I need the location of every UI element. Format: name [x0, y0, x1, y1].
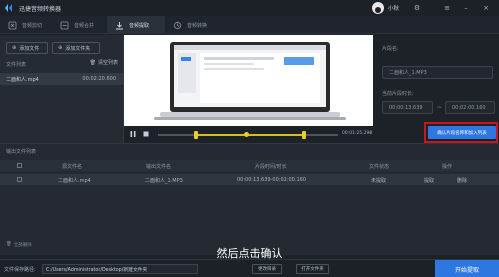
start-time-field[interactable]: 00:00:13.639: [382, 101, 433, 114]
table-row[interactable]: 二面和人.mp4 二面和人_1.MP3 00:00:13.639-00:02:0…: [0, 174, 499, 185]
menu-icon[interactable]: ≡: [441, 2, 453, 14]
end-time-field[interactable]: 00:02:00.160: [445, 101, 495, 114]
tab-audio-merge[interactable]: 音频合并: [52, 16, 107, 34]
row-status: 未提取: [371, 178, 387, 184]
save-path-label: 文件保存路径:: [4, 267, 36, 273]
segment-range-label: 当前片段时长:: [382, 91, 414, 97]
col-action: 操作: [442, 164, 453, 170]
username[interactable]: 小秋: [388, 4, 399, 12]
output-table-header: 源文件名 输出文件名 片段时间/时长 文件状态 操作: [0, 160, 499, 171]
file-list-header: 文件列表 🗑 清空列表: [0, 59, 124, 69]
stop-icon[interactable]: [142, 130, 150, 138]
change-dir-label: 更改目录: [258, 267, 276, 272]
row-time-range: 00:00:13.639-00:02:00.160: [237, 177, 306, 183]
open-folder-button[interactable]: 打开文件夹: [296, 264, 329, 274]
row-checkbox[interactable]: [17, 177, 22, 182]
output-file-list: 输出文件列表 源文件名 输出文件名 片段时间/时长 文件状态 操作 二面和人.m…: [0, 143, 499, 255]
start-button-label: 开始提取: [454, 266, 479, 274]
current-time: 00:01:25.290: [342, 131, 373, 136]
list-item[interactable]: 二面和人.mp4 00:02:20.600: [0, 73, 124, 85]
start-extract-button[interactable]: 开始提取: [435, 260, 499, 277]
end-time-value: 00:02:00.160: [452, 104, 486, 111]
selected-range: [196, 134, 304, 136]
tab-label: 音频剪切: [22, 22, 43, 29]
output-list-title: 输出文件列表: [6, 149, 37, 155]
segment-name-value: 二面和人_1.MP3: [389, 70, 427, 76]
change-directory-button[interactable]: 更改目录: [252, 264, 282, 274]
segment-name-label: 片段名:: [382, 46, 399, 52]
minimize-icon[interactable]: –: [460, 2, 472, 14]
tab-audio-convert[interactable]: 音频转换: [165, 16, 223, 34]
row-source: 二面和人.mp4: [58, 178, 91, 184]
title-bar: 迅捷音频转换器 小秋 ⚙ ≡ – ×: [0, 0, 499, 16]
clear-list-label: 清空列表: [97, 60, 118, 66]
file-list-title: 文件列表: [6, 61, 27, 68]
highlight-box: [424, 122, 498, 143]
bottom-bar: 文件保存路径: C:/Users/Administrator/Desktop/新…: [0, 259, 499, 277]
playhead[interactable]: [244, 132, 249, 137]
row-output: 二面和人_1.MP3: [145, 178, 183, 184]
select-all-checkbox[interactable]: [17, 163, 22, 168]
video-preview[interactable]: [124, 35, 373, 126]
avatar[interactable]: [372, 2, 384, 14]
file-duration: 00:02:20.600: [82, 76, 116, 82]
tab-audio-extract[interactable]: 音频提取: [107, 16, 165, 34]
clear-list-button[interactable]: 🗑 清空列表: [89, 59, 118, 67]
end-trim-handle[interactable]: [302, 131, 306, 139]
player-controls: 00:01:25.290 /: [124, 126, 373, 143]
tab-bar: 音频剪切 音频合并 音频提取 音频转换: [0, 16, 499, 34]
segment-settings-panel: 片段名: 二面和人_1.MP3 当前片段时长: 00:00:13.639 ~ 0…: [373, 35, 499, 143]
extract-icon: [116, 21, 123, 29]
col-output: 输出文件名: [146, 164, 172, 170]
col-status: 文件状态: [369, 164, 390, 170]
save-path-value: C:/Users/Administrator/Desktop/新建文件夹: [46, 267, 148, 273]
close-icon[interactable]: ×: [480, 2, 492, 14]
tab-label: 音频合并: [74, 22, 95, 29]
start-trim-handle[interactable]: [194, 131, 198, 139]
tab-label: 音频转换: [187, 22, 208, 29]
scissors-icon: [8, 21, 17, 29]
col-time: 片段时间/时长: [255, 164, 287, 170]
add-file-button[interactable]: ⊕ 添加文件: [6, 42, 48, 54]
row-delete-button[interactable]: 删除: [457, 177, 467, 184]
start-time-value: 00:00:13.639: [389, 104, 423, 111]
add-folder-label: 添加文件夹: [65, 45, 91, 52]
plus-icon: ⊕: [58, 45, 63, 51]
add-folder-button[interactable]: ⊕ 添加文件夹: [52, 42, 100, 54]
plus-icon: ⊕: [12, 45, 17, 51]
file-name: 二面和人.mp4: [6, 76, 39, 83]
add-file-label: 添加文件: [19, 45, 40, 52]
settings-icon[interactable]: ⚙: [411, 2, 423, 14]
preview-frame: [124, 35, 373, 126]
merge-icon: [60, 21, 69, 29]
file-list-panel: ⊕ 添加文件 ⊕ 添加文件夹 文件列表 🗑 清空列表 二面和人.mp4 00:0…: [0, 35, 124, 143]
app-logo-icon: [5, 4, 12, 12]
tab-audio-cut[interactable]: 音频剪切: [0, 16, 52, 34]
row-extract-button[interactable]: 提取: [424, 177, 434, 184]
time-separator: /: [370, 131, 372, 136]
app-title: 迅捷音频转换器: [19, 6, 62, 13]
segment-name-field[interactable]: 二面和人_1.MP3: [382, 66, 493, 79]
range-separator: ~: [437, 104, 443, 111]
pause-icon[interactable]: [129, 130, 137, 138]
open-folder-label: 打开文件夹: [301, 267, 324, 272]
convert-icon: [173, 21, 182, 29]
save-path-field[interactable]: C:/Users/Administrator/Desktop/新建文件夹: [42, 264, 198, 274]
trash-icon: 🗑: [89, 59, 96, 66]
col-source: 源文件名: [62, 164, 83, 170]
tab-label: 音频提取: [129, 22, 150, 29]
